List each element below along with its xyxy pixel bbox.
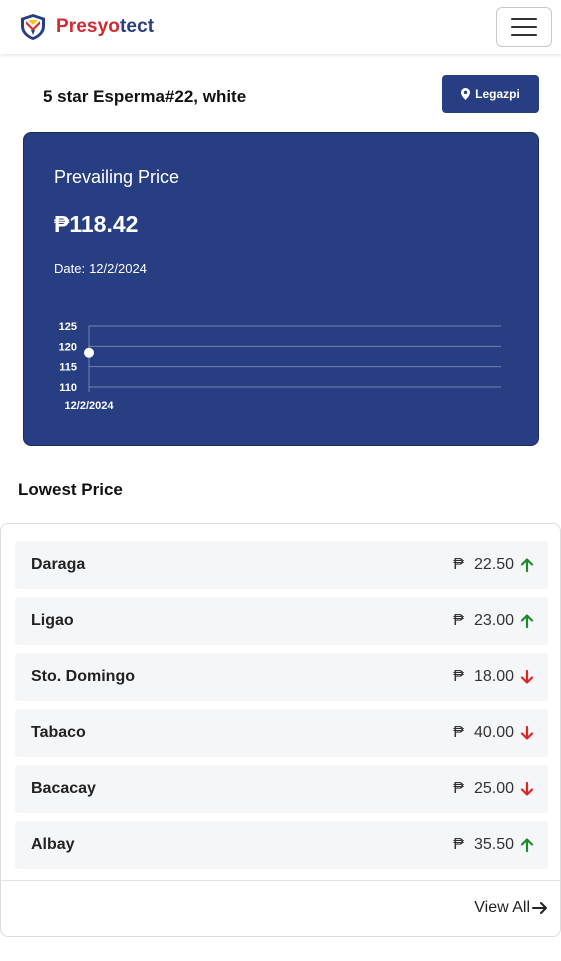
lowest-price-list: Daraga ₱ 22.50 Ligao ₱ 23.00 Sto. Domingo ₱ 18.0… [15, 541, 548, 877]
brand-name: Presyotect [56, 16, 155, 37]
view-all-label: View All [474, 899, 530, 916]
price-value: ₱ 35.50 [453, 836, 534, 854]
arrow-up-icon [520, 614, 534, 628]
arrow-right-icon [532, 902, 547, 914]
arrow-up-icon [520, 838, 534, 852]
currency-symbol: ₱ [453, 780, 464, 797]
y-tick-label: 115 [59, 362, 77, 374]
arrow-down-icon [520, 782, 534, 796]
menu-bar-icon [511, 26, 537, 28]
location-name: Ligao [31, 612, 74, 629]
arrow-down-icon [520, 726, 534, 740]
navbar: Presyotect [0, 0, 561, 54]
price-amount: 25.00 [473, 780, 514, 797]
price-amount: 22.50 [473, 556, 514, 573]
location-name: Tabaco [31, 724, 86, 741]
product-name: 5 star Esperma#22, white [43, 87, 247, 106]
location-button[interactable]: Legazpi [442, 75, 539, 113]
brand[interactable]: Presyotect [18, 12, 154, 42]
list-item[interactable]: Daraga ₱ 22.50 [15, 541, 548, 589]
price-amount: 35.50 [473, 836, 514, 853]
currency-symbol: ₱ [453, 724, 464, 741]
price-value: ₱ 40.00 [453, 724, 534, 742]
menu-bar-icon [511, 34, 537, 36]
menu-bar-icon [511, 18, 537, 20]
list-item[interactable]: Sto. Domingo ₱ 18.00 [15, 653, 548, 701]
prevailing-price-card: Prevailing Price ₱118.42 Date: 12/2/2024 … [23, 132, 539, 446]
currency-symbol: ₱ [453, 668, 464, 685]
currency-symbol: ₱ [453, 556, 464, 573]
currency-symbol: ₱ [453, 836, 464, 853]
price-amount: 18.00 [473, 668, 514, 685]
location-name: Bacacay [31, 780, 96, 797]
price-chart: 110 115 120 125 12/2/2024 [59, 321, 501, 412]
y-tick-label: 125 [59, 321, 77, 333]
shield-logo-icon [21, 14, 45, 40]
arrow-up-icon [520, 558, 534, 572]
arrow-down-icon [520, 670, 534, 684]
view-all-link[interactable]: View All [474, 899, 548, 917]
price-amount: 40.00 [473, 724, 514, 741]
location-name: Albay [31, 836, 75, 853]
price-value: ₱ 25.00 [453, 780, 534, 798]
menu-toggle-button[interactable] [496, 7, 552, 47]
data-point [84, 347, 94, 358]
y-tick-label: 110 [59, 382, 77, 394]
product-header: 5 star Esperma#22, white Legazpi [0, 75, 561, 113]
map-pin-icon [461, 88, 471, 100]
card-divider [1, 880, 560, 881]
lowest-price-card: Daraga ₱ 22.50 Ligao ₱ 23.00 Sto. Domingo ₱ 18.0… [0, 523, 561, 937]
currency-symbol: ₱ [453, 612, 464, 629]
price-value: ₱ 22.50 [453, 556, 534, 574]
price-amount: 23.00 [473, 612, 514, 629]
list-item[interactable]: Bacacay ₱ 25.00 [15, 765, 548, 813]
price-value: ₱ 18.00 [453, 668, 534, 686]
lowest-price-title: Lowest Price [18, 480, 123, 499]
list-item[interactable]: Albay ₱ 35.50 [15, 821, 548, 869]
location-name: Daraga [31, 556, 86, 573]
list-item[interactable]: Ligao ₱ 23.00 [15, 597, 548, 645]
location-label: Legazpi [475, 87, 520, 101]
y-tick-label: 120 [59, 341, 77, 353]
price-value: ₱ 23.00 [453, 612, 534, 630]
location-name: Sto. Domingo [31, 668, 135, 685]
x-tick-label: 12/2/2024 [65, 400, 115, 412]
list-item[interactable]: Tabaco ₱ 40.00 [15, 709, 548, 757]
